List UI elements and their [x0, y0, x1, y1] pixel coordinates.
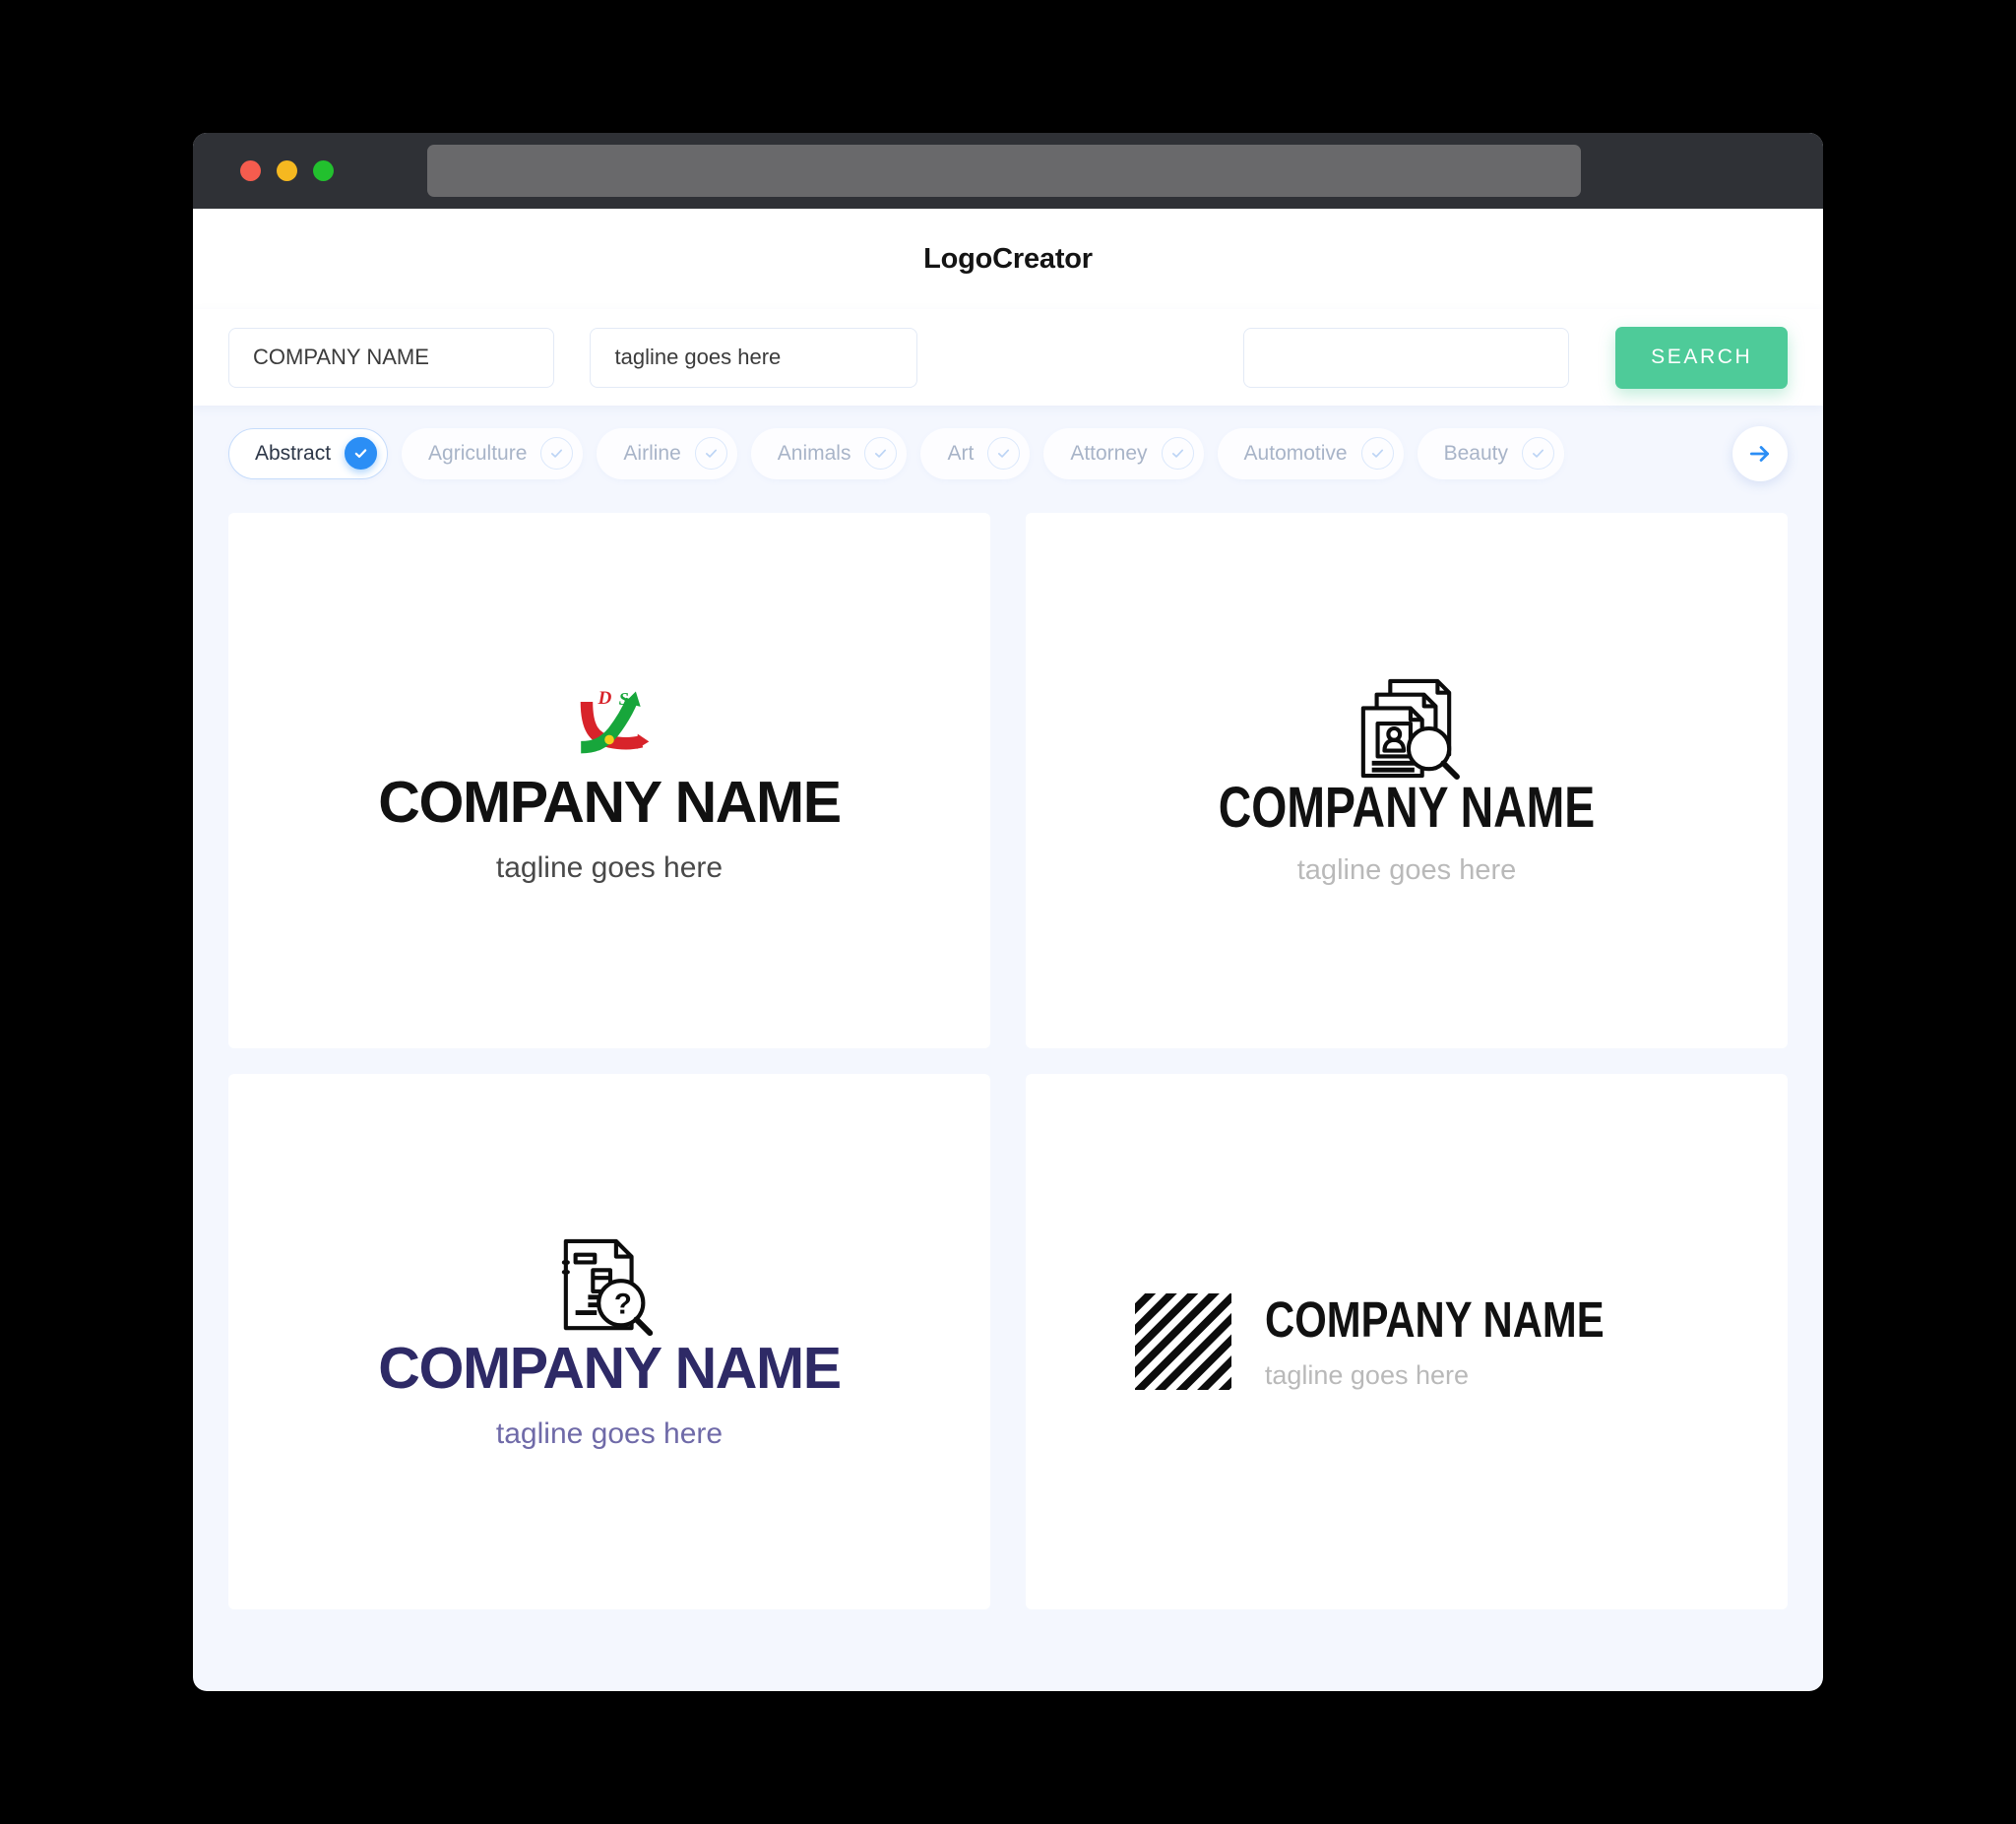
check-icon — [345, 437, 378, 470]
logo-card[interactable]: COMPANY NAME tagline goes here — [1026, 1074, 1788, 1609]
category-label: Animals — [777, 441, 851, 465]
tagline-input[interactable]: tagline goes here — [590, 327, 917, 388]
check-icon — [540, 437, 574, 470]
category-chip-airline[interactable]: Airline — [597, 427, 737, 479]
minimize-window-button[interactable] — [277, 160, 297, 181]
category-label: Airline — [623, 441, 681, 465]
category-chip-agriculture[interactable]: Agriculture — [402, 427, 584, 479]
search-bar: COMPANY NAME tagline goes here SEARCH — [193, 309, 1823, 406]
company-name-input[interactable]: COMPANY NAME — [228, 327, 555, 388]
category-label: Automotive — [1243, 441, 1348, 465]
category-filter-bar: Abstract Agriculture Airline Animals Art — [193, 406, 1823, 501]
logo-results-grid: D S COMPANY NAME tagline goes here COMPA… — [193, 501, 1823, 1645]
category-chip-beauty[interactable]: Beauty — [1417, 427, 1564, 479]
maximize-window-button[interactable] — [313, 160, 334, 181]
page-title: LogoCreator — [923, 242, 1093, 275]
category-label: Attorney — [1070, 441, 1148, 465]
arrow-right-icon[interactable] — [1732, 425, 1788, 481]
check-icon — [694, 437, 727, 470]
logo-company-name: COMPANY NAME — [1218, 775, 1596, 840]
check-icon — [1161, 437, 1194, 470]
logo-preview: COMPANY NAME tagline goes here — [1171, 677, 1642, 885]
document-question-search-icon: ? — [561, 1238, 654, 1336]
browser-window: LogoCreator COMPANY NAME tagline goes he… — [193, 133, 1823, 1691]
check-icon — [987, 437, 1021, 470]
logo-company-name: COMPANY NAME — [1264, 1291, 1605, 1348]
check-icon — [1360, 437, 1394, 470]
traffic-lights — [240, 160, 334, 181]
logo-tagline: tagline goes here — [1296, 853, 1517, 886]
category-chip-automotive[interactable]: Automotive — [1217, 427, 1404, 479]
crossed-arrows-ds-icon: D S — [580, 687, 650, 753]
logo-company-name: COMPANY NAME — [378, 769, 842, 835]
logo-tagline: tagline goes here — [495, 850, 724, 884]
category-chip-attorney[interactable]: Attorney — [1043, 427, 1204, 479]
url-bar[interactable] — [427, 145, 1581, 197]
svg-text:?: ? — [614, 1288, 632, 1320]
svg-text:D: D — [597, 687, 611, 708]
logo-preview: D S COMPANY NAME tagline goes here — [378, 679, 842, 884]
category-label: Agriculture — [428, 441, 528, 465]
logo-company-name: COMPANY NAME — [378, 1335, 842, 1401]
close-window-button[interactable] — [240, 160, 261, 181]
category-chip-animals[interactable]: Animals — [750, 427, 908, 479]
resume-documents-search-icon — [1360, 678, 1460, 780]
logo-preview: COMPANY NAME tagline goes here — [1134, 1291, 1678, 1390]
logo-tagline: tagline goes here — [1264, 1360, 1469, 1390]
app-header: LogoCreator — [193, 209, 1823, 309]
logo-card[interactable]: D S COMPANY NAME tagline goes here — [228, 513, 990, 1048]
svg-text:S: S — [619, 688, 629, 708]
logo-tagline: tagline goes here — [495, 1416, 724, 1450]
category-label: Beauty — [1443, 441, 1508, 465]
logo-card[interactable]: COMPANY NAME tagline goes here — [1026, 513, 1788, 1048]
check-icon — [864, 437, 898, 470]
logo-card[interactable]: ? COMPANY NAME tagline goes here — [228, 1074, 990, 1609]
logo-preview: ? COMPANY NAME tagline goes here — [378, 1235, 842, 1450]
keyword-input[interactable] — [1242, 327, 1570, 388]
category-label: Abstract — [255, 441, 332, 465]
diagonal-stripes-square-icon — [1134, 1293, 1231, 1390]
search-button[interactable]: SEARCH — [1615, 326, 1789, 389]
check-icon — [1522, 437, 1554, 470]
category-label: Art — [947, 441, 975, 465]
category-chip-abstract[interactable]: Abstract — [228, 427, 389, 479]
browser-titlebar — [193, 133, 1823, 209]
category-chip-art[interactable]: Art — [920, 427, 1031, 479]
